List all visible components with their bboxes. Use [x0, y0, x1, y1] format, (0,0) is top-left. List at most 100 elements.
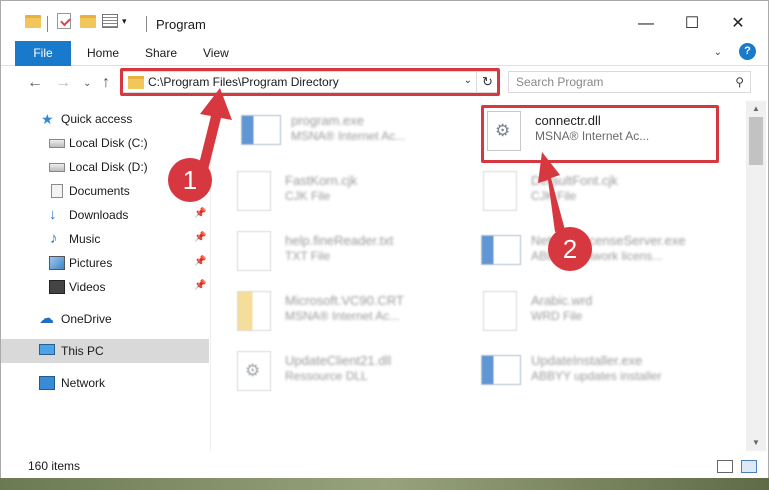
customize-quick-access-icon[interactable]: ▾	[122, 11, 127, 31]
folder-small-icon	[25, 11, 41, 31]
sidebar-item-label: Downloads	[69, 208, 129, 222]
file-description: Ressource DLL	[285, 369, 368, 383]
search-icon[interactable]: ⚲	[735, 75, 744, 89]
file-item[interactable]: NetworkLicenseServer.exe ABBYY Network l…	[473, 225, 713, 273]
recent-locations-button[interactable]: ⌄	[83, 78, 91, 89]
sidebar-item-this-pc[interactable]: This PC	[1, 339, 209, 363]
close-button[interactable]: ✕	[715, 9, 761, 39]
sidebar-item-label: Local Disk (C:)	[69, 136, 148, 150]
desktop-background	[0, 478, 769, 490]
sidebar-item-label: Network	[61, 376, 106, 390]
pin-icon[interactable]: 📌	[194, 256, 206, 267]
title-bar: ▾ Program — ☐ ✕	[1, 1, 768, 39]
music-icon: ♪	[50, 230, 58, 247]
pin-icon[interactable]: 📌	[194, 208, 206, 219]
sidebar-item-pictures[interactable]: Pictures 📌	[1, 251, 209, 275]
help-icon[interactable]: ?	[739, 43, 756, 60]
file-name: program.exe	[291, 113, 364, 128]
file-item[interactable]: program.exe MSNA® Internet Ac...	[233, 105, 473, 153]
sidebar-item-label: Local Disk (D:)	[69, 160, 148, 174]
drive-icon	[49, 163, 65, 172]
callout-badge-1: 1	[168, 158, 212, 202]
details-view-icon[interactable]	[717, 460, 733, 473]
back-button[interactable]: ←	[27, 74, 43, 92]
file-item[interactable]: UpdateInstaller.exe ABBYY updates instal…	[473, 345, 713, 393]
file-name: help.fineReader.txt	[285, 233, 394, 248]
window-title: Program	[156, 17, 206, 32]
address-highlight	[120, 68, 500, 96]
file-name: Microsoft.VC90.CRT	[285, 293, 404, 308]
file-icon	[483, 171, 517, 211]
file-name: FastKorn.cjk	[285, 173, 358, 188]
sidebar-item-network[interactable]: Network	[1, 371, 209, 395]
sidebar-item-label: This PC	[61, 344, 104, 358]
file-item[interactable]: DefaultFont.cjk CJK File	[473, 165, 713, 213]
minimize-button[interactable]: —	[623, 9, 669, 39]
maximize-button[interactable]: ☐	[669, 9, 715, 39]
sidebar-item-quick-access[interactable]: ★ Quick access	[1, 107, 209, 131]
folder-file-icon	[237, 291, 271, 331]
scroll-up-icon[interactable]: ▲	[746, 101, 766, 117]
file-description: ABBYY updates installer	[531, 369, 662, 383]
executable-icon	[481, 355, 521, 385]
up-button[interactable]: ↑	[102, 74, 110, 92]
file-name: UpdateInstaller.exe	[531, 353, 643, 368]
videos-icon	[49, 280, 65, 294]
new-folder-icon[interactable]	[80, 11, 96, 31]
file-item[interactable]: FastKorn.cjk CJK File	[227, 165, 467, 213]
callout-badge-2: 2	[548, 227, 592, 271]
sidebar-item-downloads[interactable]: ↓ Downloads 📌	[1, 203, 209, 227]
star-icon: ★	[41, 111, 54, 127]
scroll-down-icon[interactable]: ▼	[746, 435, 766, 451]
executable-icon	[481, 235, 521, 265]
file-highlight	[481, 105, 719, 163]
sidebar-item-music[interactable]: ♪ Music 📌	[1, 227, 209, 251]
search-box[interactable]: ⚲	[508, 71, 751, 93]
sidebar-item-label: Quick access	[61, 112, 133, 126]
file-icon	[237, 231, 271, 271]
large-icons-view-icon[interactable]	[741, 460, 757, 473]
file-icon	[237, 171, 271, 211]
sidebar-item-label: Music	[69, 232, 101, 246]
tab-view[interactable]: View	[203, 46, 229, 60]
file-description: CJK File	[531, 189, 577, 203]
file-name: UpdateClient21.dll	[285, 353, 392, 368]
pin-icon[interactable]: 📌	[194, 280, 206, 291]
navigation-pane: ★ Quick access Local Disk (C:) Local Dis…	[1, 101, 211, 451]
file-item[interactable]: Microsoft.VC90.CRT MSNA® Internet Ac...	[227, 285, 467, 333]
dll-gear-icon	[237, 351, 271, 391]
file-name: Arabic.wrd	[531, 293, 593, 308]
file-item[interactable]: UpdateClient21.dll Ressource DLL	[227, 345, 467, 393]
search-input[interactable]	[516, 72, 726, 92]
downloads-icon: ↓	[49, 206, 57, 223]
drive-icon	[49, 139, 65, 148]
computer-icon	[39, 344, 55, 355]
pictures-icon	[49, 256, 65, 270]
sidebar-item-label: Videos	[69, 280, 106, 294]
pin-icon[interactable]: 📌	[194, 232, 206, 243]
sidebar-item-label: Pictures	[69, 256, 113, 270]
sidebar-item-label: OneDrive	[61, 312, 112, 326]
file-item[interactable]: Arabic.wrd WRD File	[473, 285, 713, 333]
expand-ribbon-icon[interactable]: ⌄	[714, 47, 722, 58]
scrollbar-thumb[interactable]	[749, 117, 763, 165]
sidebar-item-videos[interactable]: Videos 📌	[1, 275, 209, 299]
properties-check-icon[interactable]	[57, 11, 71, 31]
file-item[interactable]: help.fineReader.txt TXT File	[227, 225, 467, 273]
forward-button[interactable]: →	[55, 74, 71, 92]
file-description: WRD File	[531, 309, 583, 323]
sidebar-item-local-disk-c[interactable]: Local Disk (C:)	[1, 131, 209, 155]
sidebar-item-label: Documents	[69, 184, 130, 198]
tab-home[interactable]: Home	[87, 46, 119, 60]
tab-share[interactable]: Share	[145, 46, 177, 60]
title-separator	[146, 16, 147, 32]
file-description: TXT File	[285, 249, 331, 263]
tab-file[interactable]: File	[15, 41, 71, 66]
properties-icon[interactable]	[102, 11, 118, 31]
documents-icon	[51, 184, 63, 198]
ribbon: File Home Share View ⌄ ?	[1, 39, 768, 66]
file-description: MSNA® Internet Ac...	[291, 129, 406, 143]
network-icon	[39, 376, 55, 390]
vertical-scrollbar[interactable]: ▲ ▼	[746, 101, 766, 451]
sidebar-item-onedrive[interactable]: ☁ OneDrive	[1, 307, 209, 331]
